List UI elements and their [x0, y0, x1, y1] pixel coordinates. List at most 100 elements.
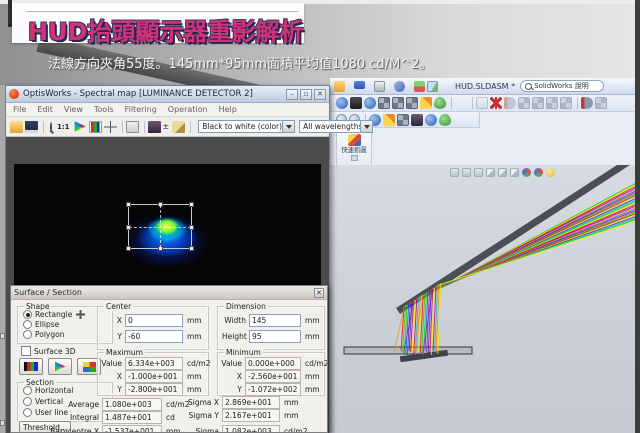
radio-polygon[interactable]: Polygon — [23, 330, 64, 339]
color-mode-icon[interactable] — [74, 121, 87, 133]
insert-component-icon[interactable] — [364, 97, 376, 109]
close-icon[interactable]: ✕ — [314, 288, 324, 298]
false-color-button[interactable] — [48, 358, 72, 375]
menu-operation[interactable]: Operation — [168, 105, 208, 114]
close-icon[interactable]: ✕ — [314, 89, 326, 100]
restore-icon[interactable]: ▫ — [300, 89, 312, 100]
section-view-icon[interactable] — [510, 168, 519, 177]
clipboard-icon[interactable] — [476, 97, 488, 109]
menu-file[interactable]: File — [13, 105, 26, 114]
sketch-icon[interactable] — [383, 114, 395, 126]
optisworks-title: OptisWorks - Spectral map [LUMINANCE DET… — [23, 89, 284, 99]
simulation-icon[interactable] — [434, 97, 446, 109]
menu-tools[interactable]: Tools — [94, 105, 114, 114]
image-icon[interactable] — [427, 81, 438, 92]
width-input[interactable]: 145 — [249, 314, 301, 327]
radio-ellipse[interactable]: Ellipse — [23, 320, 59, 329]
handle[interactable] — [158, 246, 163, 251]
wavelength-select[interactable]: All wavelengths — [299, 120, 373, 133]
flag-icon[interactable] — [420, 97, 432, 109]
open-icon[interactable] — [334, 81, 345, 92]
view-orientation-icon[interactable] — [486, 168, 495, 177]
barycentre-x-value: -1.537e+001 — [102, 425, 162, 433]
edit-component-icon[interactable] — [336, 97, 348, 109]
handle[interactable] — [189, 225, 194, 230]
zoom-area-icon[interactable] — [462, 168, 471, 177]
exploded-view-icon[interactable] — [546, 97, 558, 109]
graphics-viewport[interactable] — [330, 165, 636, 433]
optisworks-titlebar[interactable]: OptisWorks - Spectral map [LUMINANCE DET… — [6, 86, 329, 103]
radio-icon — [23, 320, 32, 329]
ray-line — [427, 291, 430, 352]
radio-icon — [23, 408, 32, 417]
map-style-icon[interactable] — [148, 121, 161, 133]
analysis-icon[interactable] — [439, 114, 451, 126]
radio-horizontal[interactable]: Horizontal — [23, 386, 73, 395]
chevron-down-icon[interactable] — [360, 121, 372, 132]
assembly-features-icon[interactable] — [595, 97, 607, 109]
search-input[interactable]: SolidWorks 說明 — [520, 80, 604, 92]
scrollbar-nub[interactable] — [0, 420, 5, 426]
selection-rectangle[interactable] — [128, 204, 192, 249]
camera-icon[interactable] — [350, 97, 362, 109]
scene-icon[interactable] — [534, 168, 543, 177]
radio-rectangle[interactable]: Rectangle — [23, 310, 85, 319]
rotate-component-icon[interactable] — [532, 97, 544, 109]
linear-pattern-icon[interactable] — [392, 97, 404, 109]
appearance-pie-icon[interactable] — [522, 168, 531, 177]
save-icon[interactable] — [25, 121, 38, 133]
clipboard-icon[interactable] — [126, 121, 139, 133]
handle[interactable] — [158, 202, 163, 207]
zoom-icon[interactable] — [50, 122, 52, 132]
handle[interactable] — [126, 202, 131, 207]
crosshair-icon[interactable] — [104, 121, 117, 133]
maximum-x: -1.000e+001 — [125, 370, 183, 383]
measure-icon[interactable] — [172, 121, 185, 133]
move-component-icon[interactable] — [518, 97, 530, 109]
light-icon[interactable] — [546, 168, 555, 177]
plus-minus-button[interactable]: ± — [163, 122, 170, 131]
minimize-icon[interactable]: – — [286, 89, 298, 100]
handle[interactable] — [126, 246, 131, 251]
menu-view[interactable]: View — [64, 105, 83, 114]
interference-check-icon[interactable] — [560, 97, 572, 109]
handle[interactable] — [126, 225, 131, 230]
palette-select[interactable]: Black to white (color) — [198, 120, 295, 133]
luminance-map[interactable] — [14, 164, 321, 287]
open-icon[interactable] — [10, 121, 23, 133]
menu-edit[interactable]: Edit — [37, 105, 53, 114]
rotate-view-icon[interactable] — [474, 168, 483, 177]
rebuild-icon[interactable] — [414, 81, 425, 92]
appearance-icon[interactable] — [411, 114, 423, 126]
surface-3d-checkbox[interactable]: Surface 3D — [21, 346, 76, 356]
menu-help[interactable]: Help — [219, 105, 237, 114]
surface-section-titlebar[interactable]: Surface / Section ✕ — [11, 286, 327, 300]
help-icon[interactable] — [455, 97, 467, 109]
display-style-icon[interactable] — [498, 168, 507, 177]
print-icon[interactable] — [374, 81, 385, 92]
optis-icon[interactable] — [425, 114, 437, 126]
undo-icon[interactable] — [394, 81, 405, 92]
center-y-input[interactable]: -60 — [125, 330, 183, 343]
height-input[interactable]: 95 — [249, 330, 301, 343]
mirror-components-icon[interactable] — [406, 97, 418, 109]
mate-icon[interactable] — [504, 97, 516, 109]
rgb-bars-icon[interactable] — [89, 121, 102, 133]
one-to-one-button[interactable]: 1:1 — [57, 123, 70, 131]
solidworks-window: HUD.SLDASM * SolidWorks 說明 — [330, 78, 636, 433]
smart-mate-icon[interactable] — [581, 97, 593, 109]
save-icon[interactable] — [354, 81, 365, 92]
drawing-icon[interactable] — [397, 114, 409, 126]
handle[interactable] — [189, 202, 194, 207]
center-x-input[interactable]: 0 — [125, 314, 183, 327]
toolbar-separator — [43, 121, 44, 133]
handle[interactable] — [189, 246, 194, 251]
chevron-down-icon[interactable] — [282, 121, 294, 132]
menu-filtering[interactable]: Filtering — [125, 105, 157, 114]
scrollbar-nub[interactable] — [0, 333, 5, 339]
zoom-in-icon[interactable] — [450, 168, 459, 177]
pattern-icon[interactable] — [378, 97, 390, 109]
rgb-bars-button[interactable] — [19, 358, 43, 375]
insert-part-icon[interactable] — [490, 97, 502, 109]
radio-icon — [23, 386, 32, 395]
